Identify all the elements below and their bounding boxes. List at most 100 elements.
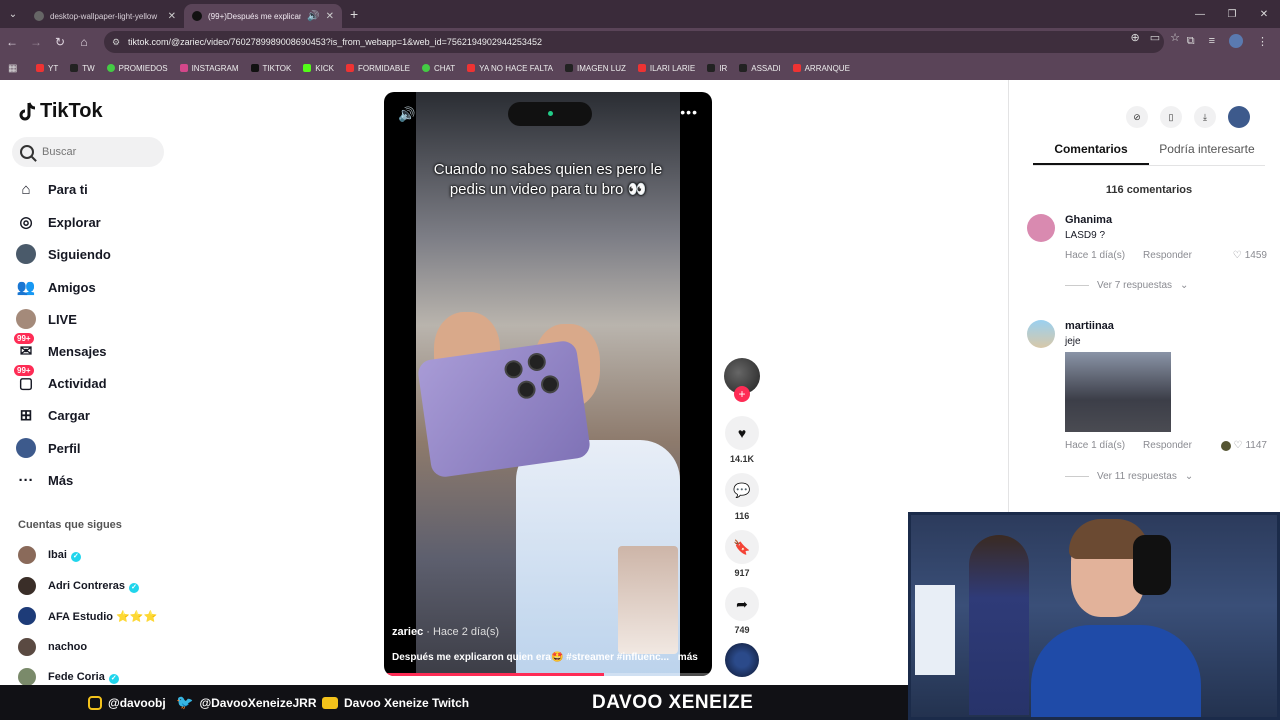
bookmark-ir[interactable]: IR bbox=[701, 64, 733, 73]
zoom-icon[interactable]: ⊕ bbox=[1131, 31, 1140, 44]
bookmark-instagram[interactable]: INSTAGRAM bbox=[174, 64, 245, 73]
bookmark-formidable[interactable]: FORMIDABLE bbox=[340, 64, 416, 73]
bookmark-tiktok[interactable]: TIKTOK bbox=[245, 64, 298, 73]
heart-outline-icon[interactable]: ♡ bbox=[1233, 250, 1242, 261]
search-box[interactable] bbox=[12, 137, 164, 167]
comment-icon[interactable]: 💬 bbox=[725, 473, 759, 507]
live-avatar-icon bbox=[16, 309, 36, 329]
followed-account[interactable]: Fede Coria ✓ bbox=[18, 667, 119, 687]
like-action[interactable]: ♥ 14.1K bbox=[722, 416, 762, 464]
nav-mensajes[interactable]: ✉ 99+ Mensajes bbox=[14, 333, 107, 364]
bookmark-imagen-luz[interactable]: IMAGEN LUZ bbox=[559, 64, 632, 73]
site-info-icon[interactable]: ⚙ bbox=[112, 37, 120, 48]
tab-wallpaper[interactable]: desktop-wallpaper-light-yellow ✕ bbox=[26, 4, 184, 28]
tab-tiktok[interactable]: (99+)Después me explicaron 🔊 ✕ bbox=[184, 4, 342, 28]
bookmark-ilari-larie[interactable]: ILARI LARIE bbox=[632, 64, 701, 73]
bookmark-kick[interactable]: KICK bbox=[297, 64, 340, 73]
author-name[interactable]: zariec bbox=[392, 626, 423, 638]
new-tab-icon[interactable]: + bbox=[350, 6, 358, 22]
share-icon[interactable]: ➦ bbox=[725, 587, 759, 621]
followed-account[interactable]: AFA Estudio ⭐⭐⭐ bbox=[18, 606, 157, 626]
bookmark-chat[interactable]: CHAT bbox=[416, 64, 461, 73]
search-input[interactable] bbox=[42, 146, 152, 158]
user-avatar[interactable] bbox=[1228, 106, 1250, 128]
follow-plus-icon[interactable]: + bbox=[734, 386, 750, 402]
apps-grid-icon[interactable]: ▦ bbox=[8, 63, 20, 74]
bookmark-label: TW bbox=[82, 63, 95, 73]
address-bar[interactable]: ⚙ tiktok.com/@zariec/video/7602789989008… bbox=[104, 31, 1164, 53]
profile-avatar[interactable] bbox=[1229, 34, 1243, 48]
comment-likes[interactable]: ♡ 1459 bbox=[1233, 250, 1267, 261]
comment-image[interactable] bbox=[1065, 352, 1171, 432]
heart-icon[interactable]: ♥ bbox=[725, 416, 759, 450]
nav-actividad[interactable]: ▢ 99+ Actividad bbox=[14, 365, 107, 396]
tab-comentarios[interactable]: Comentarios bbox=[1033, 142, 1149, 165]
video-progress-bar[interactable] bbox=[384, 673, 712, 676]
music-disc-icon[interactable] bbox=[725, 643, 759, 677]
cast-icon[interactable]: ▭ bbox=[1150, 31, 1160, 44]
comment-text: jeje bbox=[1065, 336, 1081, 347]
menu-kebab-icon[interactable]: ⋮ bbox=[1257, 35, 1268, 48]
video-author[interactable]: zariec · Hace 2 día(s) bbox=[392, 626, 499, 638]
bookmark-ya-no-hace-falta[interactable]: YA NO HACE FALTA bbox=[461, 64, 559, 73]
reload-icon[interactable]: ↻ bbox=[48, 35, 72, 49]
nav-live[interactable]: LIVE bbox=[16, 306, 77, 332]
more-link[interactable]: más bbox=[678, 652, 698, 663]
minimize-icon[interactable]: — bbox=[1184, 0, 1216, 28]
share-action[interactable]: ➦ 749 bbox=[722, 587, 762, 635]
reply-button[interactable]: Responder bbox=[1143, 250, 1192, 261]
commenter-name[interactable]: Ghanima bbox=[1065, 214, 1112, 226]
framed-jersey bbox=[915, 585, 955, 675]
nav-amigos[interactable]: 👥 Amigos bbox=[16, 274, 96, 300]
volume-icon[interactable]: 🔊 bbox=[398, 106, 415, 123]
video-more-icon[interactable]: ••• bbox=[680, 104, 698, 120]
view-replies-label[interactable]: Ver 11 respuestas bbox=[1097, 471, 1177, 482]
device-icon[interactable]: ▯ bbox=[1160, 106, 1182, 128]
video-player[interactable]: Cuando no sabes quien es pero le pedis u… bbox=[384, 92, 712, 676]
nav-explorar[interactable]: ◎ Explorar bbox=[16, 209, 100, 235]
bookmark-star-icon[interactable]: ☆ bbox=[1170, 31, 1180, 44]
followed-account[interactable]: Ibai ✓ bbox=[18, 545, 81, 565]
heart-outline-icon[interactable]: ♡ bbox=[1234, 440, 1243, 451]
tab-close-icon[interactable]: ✕ bbox=[168, 11, 176, 22]
nav-cargar[interactable]: ⊞ Cargar bbox=[16, 402, 90, 428]
bookmark-icon[interactable]: 🔖 bbox=[725, 530, 759, 564]
bookmark-arranque[interactable]: ARRANQUE bbox=[787, 64, 856, 73]
followed-account[interactable]: Adri Contreras ✓ bbox=[18, 576, 140, 596]
home-icon[interactable]: ⌂ bbox=[72, 35, 96, 49]
divider bbox=[1065, 476, 1089, 477]
commenter-name[interactable]: martiinaa bbox=[1065, 320, 1114, 332]
nav-mas[interactable]: ··· Más bbox=[16, 467, 74, 493]
view-replies[interactable]: Ver 11 respuestas ⌄ bbox=[1065, 471, 1193, 482]
back-icon[interactable]: ← bbox=[0, 35, 24, 49]
forward-icon[interactable]: → bbox=[24, 35, 48, 49]
bookmark-yt[interactable]: YT bbox=[30, 64, 64, 73]
bookmark-tw[interactable]: TW bbox=[64, 64, 100, 73]
extensions-icon[interactable]: ⧉ bbox=[1187, 35, 1195, 48]
browser-tab-bar: ⌄ desktop-wallpaper-light-yellow ✕ (99+)… bbox=[0, 0, 1280, 28]
tab-podria-interesarte[interactable]: Podría interesarte bbox=[1149, 142, 1265, 165]
tab-audio-icon[interactable]: 🔊 bbox=[307, 11, 319, 22]
download-icon[interactable]: ⤓ bbox=[1194, 106, 1216, 128]
followed-account[interactable]: nachoo bbox=[18, 637, 87, 657]
tiktok-logo[interactable]: TikTok bbox=[18, 100, 103, 123]
tab-close-icon[interactable]: ✕ bbox=[326, 11, 334, 22]
nav-siguiendo[interactable]: Siguiendo bbox=[16, 241, 111, 267]
commenter-avatar[interactable] bbox=[1027, 214, 1055, 242]
embed-icon[interactable]: ⊘ bbox=[1126, 106, 1148, 128]
tab-search-icon[interactable]: ⌄ bbox=[0, 0, 26, 28]
view-replies[interactable]: Ver 7 respuestas ⌄ bbox=[1065, 280, 1188, 291]
bookmark-promiedos[interactable]: PROMIEDOS bbox=[101, 64, 174, 73]
reply-button[interactable]: Responder bbox=[1143, 440, 1192, 451]
comment-action[interactable]: 💬 116 bbox=[722, 473, 762, 521]
view-replies-label[interactable]: Ver 7 respuestas bbox=[1097, 280, 1172, 291]
media-icon[interactable]: ≡ bbox=[1209, 35, 1215, 47]
comment-likes[interactable]: ♡ 1147 bbox=[1220, 440, 1267, 451]
nav-para-ti[interactable]: ⌂ Para ti bbox=[16, 176, 87, 202]
close-window-icon[interactable]: ✕ bbox=[1248, 0, 1280, 28]
commenter-avatar[interactable] bbox=[1027, 320, 1055, 348]
restore-icon[interactable]: ❐ bbox=[1216, 0, 1248, 28]
save-action[interactable]: 🔖 917 bbox=[722, 530, 762, 578]
bookmark-assadi[interactable]: ASSADI bbox=[733, 64, 786, 73]
nav-perfil[interactable]: Perfil bbox=[16, 435, 81, 461]
